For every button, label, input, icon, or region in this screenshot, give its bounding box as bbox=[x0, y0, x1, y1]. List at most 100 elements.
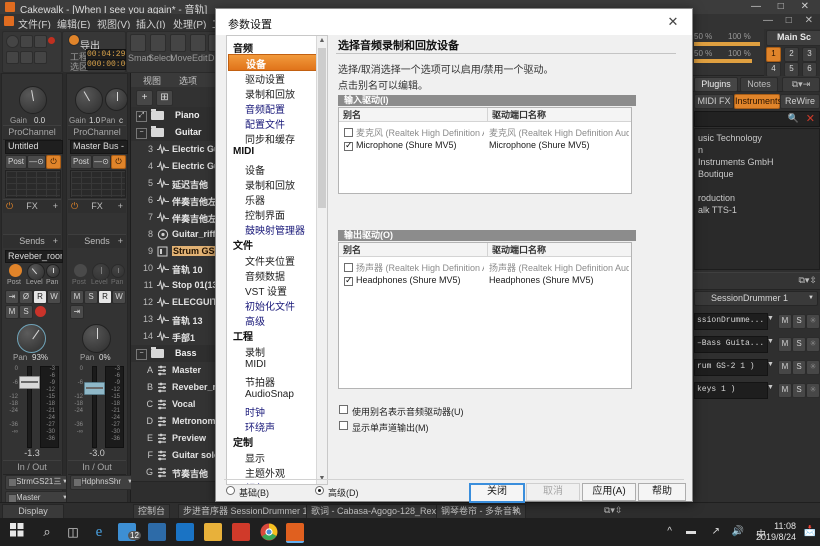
track-manager-button[interactable]: ⊞ bbox=[156, 90, 173, 106]
menu-window-controls[interactable]: — □ ✕ bbox=[763, 15, 818, 26]
clear-search-icon[interactable]: ✕ bbox=[806, 112, 815, 125]
power-button[interactable]: ⏻ bbox=[111, 155, 126, 169]
folder-toggle-icon[interactable]: − bbox=[136, 349, 147, 360]
explorer-icon[interactable] bbox=[204, 523, 222, 541]
instrument-row[interactable]: rum GS-2 1 )▼MS✳ bbox=[692, 358, 820, 377]
input-select[interactable]: StrmGS21三 bbox=[5, 475, 71, 490]
sends-bar[interactable]: Sends + bbox=[3, 234, 61, 248]
category-instruments[interactable]: Instruments bbox=[734, 94, 780, 109]
instrument-mute-button[interactable]: M bbox=[778, 337, 792, 352]
category-midi-fx[interactable]: MIDI FX bbox=[694, 94, 734, 109]
forward-button[interactable] bbox=[20, 51, 33, 64]
pan-knob[interactable] bbox=[82, 324, 111, 353]
bus-row[interactable]: FGuitar solo bus bbox=[131, 447, 223, 465]
plugin-list-item[interactable]: Boutique bbox=[698, 169, 734, 179]
loop-button[interactable] bbox=[6, 35, 19, 48]
selection-time-display[interactable]: 000:00:00 bbox=[86, 59, 126, 70]
folder-toggle-icon[interactable]: ⤢ bbox=[136, 111, 147, 122]
scene-label[interactable]: Main Sc bbox=[766, 30, 820, 46]
prochannel-eq-grid[interactable] bbox=[5, 170, 61, 198]
instrument-freeze-icon[interactable]: ✳ bbox=[806, 383, 820, 398]
show-hidden-icons[interactable]: ^ bbox=[667, 526, 672, 537]
select-tool-button[interactable] bbox=[150, 34, 166, 52]
driver-checkbox[interactable] bbox=[344, 263, 353, 272]
bus-row[interactable]: CVocal bbox=[131, 396, 223, 414]
plugin-list-item[interactable]: n bbox=[698, 145, 703, 155]
stop-button[interactable] bbox=[20, 35, 33, 48]
nav-item[interactable]: 驱动设置 bbox=[245, 71, 285, 86]
strip-name-field[interactable]: Untitled bbox=[5, 140, 63, 154]
pan-knob[interactable] bbox=[17, 324, 46, 353]
track-row[interactable]: 14手部1 bbox=[131, 328, 223, 346]
edit-tool-button[interactable] bbox=[190, 34, 206, 52]
driver-checkbox[interactable] bbox=[344, 277, 353, 286]
export-icon[interactable] bbox=[68, 34, 80, 46]
fx-power-icon[interactable]: ⏻ bbox=[71, 200, 78, 213]
fx-add-icon[interactable]: + bbox=[53, 200, 58, 213]
folder-toggle-icon[interactable]: − bbox=[136, 128, 147, 139]
plugin-list-item[interactable]: Instruments GmbH bbox=[698, 157, 774, 167]
interleave-button[interactable]: ⇥ bbox=[70, 305, 84, 319]
nav-item[interactable]: 鼓映射管理器 bbox=[245, 222, 305, 237]
sends-add-icon[interactable]: + bbox=[53, 235, 58, 248]
volume-fader-handle[interactable] bbox=[19, 376, 40, 389]
routing-button[interactable]: —⊙— bbox=[92, 155, 111, 169]
plugin-list-item[interactable]: roduction bbox=[698, 193, 735, 203]
driver-checkbox[interactable] bbox=[344, 128, 353, 137]
instrument-solo-button[interactable]: S bbox=[792, 337, 806, 352]
scene-button-5[interactable]: 5 bbox=[784, 62, 799, 77]
fx-bar[interactable]: ⏻ FX + bbox=[68, 199, 126, 213]
nav-item[interactable]: 初始化文件 bbox=[245, 298, 295, 313]
input-select[interactable]: HdphnsShr bbox=[70, 475, 136, 490]
track-row[interactable]: ⤢Piano bbox=[131, 107, 223, 125]
apply-button[interactable]: 应用(A) bbox=[582, 483, 636, 501]
plugin-list-item[interactable]: alk TTS-1 bbox=[698, 205, 737, 215]
scene-button-1[interactable]: 1 bbox=[766, 47, 781, 62]
power-button[interactable]: ⏻ bbox=[46, 155, 61, 169]
track-row[interactable]: −Bass bbox=[131, 345, 223, 363]
close-button[interactable]: 关闭 bbox=[469, 483, 525, 503]
write-automation-button[interactable]: W bbox=[112, 290, 126, 304]
prochannel-label[interactable]: ProChannel bbox=[68, 125, 126, 140]
start-icon[interactable] bbox=[10, 523, 28, 541]
search-icon[interactable]: 🔍 bbox=[788, 113, 799, 124]
strip-name-field[interactable]: Master Bus - Cor bbox=[70, 140, 128, 154]
track-row[interactable]: 12ELECGUIT023 bbox=[131, 294, 223, 312]
nav-item[interactable]: 高级 bbox=[245, 313, 265, 328]
instrument-name[interactable]: keys 1 ) bbox=[694, 382, 768, 399]
mail-icon[interactable]: 12 bbox=[118, 523, 136, 541]
nav-item[interactable]: 音频数据 bbox=[245, 268, 285, 283]
volume-fader-track[interactable] bbox=[92, 366, 97, 448]
driver-alias[interactable]: 扬声器 (Realtek High Definition Audi... bbox=[356, 261, 484, 274]
scroll-up-icon[interactable]: ▲ bbox=[317, 36, 327, 46]
scene-button-2[interactable]: 2 bbox=[784, 47, 799, 62]
phase-button[interactable]: Ø bbox=[19, 290, 33, 304]
nav-item[interactable]: 音频配置 bbox=[245, 101, 285, 116]
scroll-thumb[interactable] bbox=[318, 48, 326, 208]
track-row[interactable]: 3Electric Guita bbox=[131, 141, 223, 159]
clock-date[interactable]: 2019/8/24 bbox=[756, 532, 796, 543]
nav-item-selected[interactable]: 设备 bbox=[228, 54, 318, 71]
preferences-nav-tree[interactable]: 音频设备驱动设置录制和回放音频配置配置文件同步和缓存MIDI设备录制和回放乐器控… bbox=[226, 35, 328, 485]
record-led-icon[interactable] bbox=[48, 37, 55, 44]
volume-icon[interactable]: 🔊 bbox=[732, 526, 744, 537]
nav-item[interactable]: 时钟 bbox=[245, 404, 265, 419]
fx-power-icon[interactable]: ⏻ bbox=[6, 200, 13, 213]
nav-item[interactable]: 录制和回放 bbox=[245, 86, 295, 101]
action-center-icon[interactable]: 📩 bbox=[804, 526, 816, 537]
tab-notes[interactable]: Notes bbox=[740, 77, 778, 92]
instrument-freeze-icon[interactable]: ✳ bbox=[806, 360, 820, 375]
metronome-button[interactable] bbox=[34, 51, 47, 64]
output-col-port[interactable]: 驱动端口名称 bbox=[487, 243, 631, 257]
fx-add-icon[interactable]: + bbox=[118, 200, 123, 213]
input-col-port[interactable]: 驱动端口名称 bbox=[487, 108, 631, 122]
cancel-button[interactable]: 取消 bbox=[526, 483, 580, 501]
solo-button[interactable]: S bbox=[84, 290, 98, 304]
track-row[interactable]: −Guitar bbox=[131, 124, 223, 142]
record-arm-button[interactable] bbox=[35, 306, 46, 317]
battery-icon[interactable]: ▬ bbox=[686, 526, 696, 537]
bus-row[interactable]: EPreview bbox=[131, 430, 223, 448]
instrument-mute-button[interactable]: M bbox=[778, 314, 792, 329]
instrument-freeze-icon[interactable]: ✳ bbox=[806, 314, 820, 329]
sends-add-icon[interactable]: + bbox=[118, 235, 123, 248]
